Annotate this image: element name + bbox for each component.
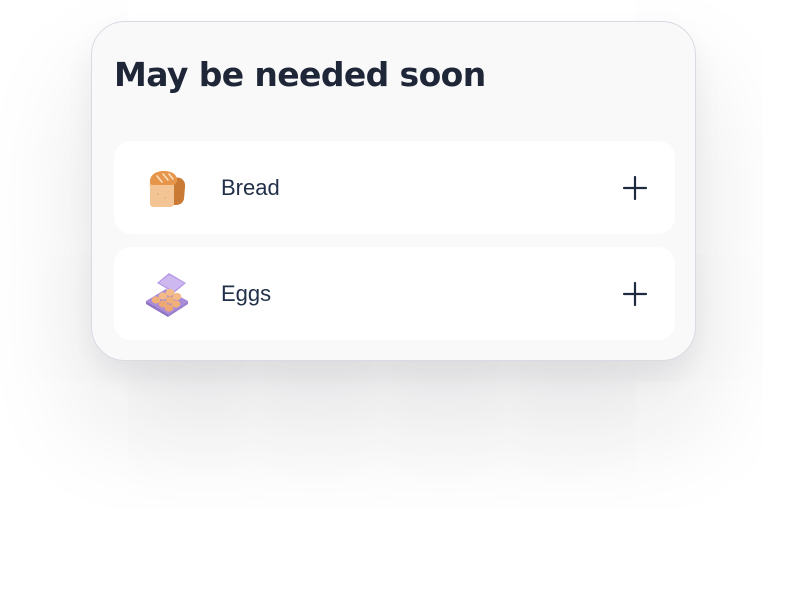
card-title: May be needed soon — [114, 55, 486, 94]
plus-icon — [622, 175, 648, 201]
add-eggs-button[interactable] — [621, 280, 649, 308]
stage: May be needed soon Bread Eggs — [0, 0, 789, 605]
list-item-eggs[interactable]: Eggs — [114, 247, 675, 340]
item-label-eggs: Eggs — [221, 281, 272, 306]
suggestions-card: May be needed soon Bread Eggs — [91, 21, 696, 361]
bread-icon — [144, 165, 190, 211]
add-bread-button[interactable] — [621, 174, 649, 202]
plus-icon — [622, 281, 648, 307]
item-label-bread: Bread — [221, 175, 280, 200]
egg-carton-icon — [144, 271, 190, 317]
list-item-bread[interactable]: Bread — [114, 141, 675, 234]
